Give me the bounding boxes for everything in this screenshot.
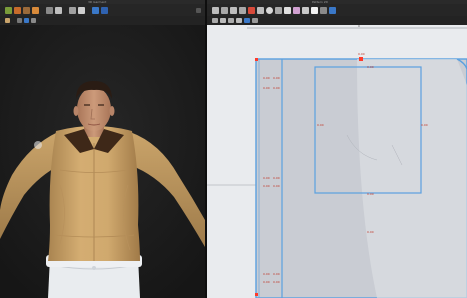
row-label-b1: 0.00 [273,86,280,90]
toolbar-2d-row2 [207,16,467,25]
internal-line-icon[interactable] [275,6,282,14]
garment-icon[interactable] [5,18,10,23]
trace-icon[interactable] [220,18,226,23]
pattern-point-top[interactable] [359,57,363,61]
row-label-b2: 0.00 [273,176,280,180]
row-label-a0: 0.00 [263,76,270,80]
measure-bottom-width: 0.00 [367,230,374,234]
move-icon[interactable] [14,6,21,14]
button-icon[interactable] [236,18,242,23]
pleat-icon[interactable] [293,6,300,14]
sewing-icon[interactable] [311,6,318,14]
sun-icon[interactable] [78,6,85,14]
rectangle-icon[interactable] [257,6,264,14]
texture-icon[interactable] [31,18,36,23]
segment-icon[interactable] [212,18,218,23]
ruler-label: 0 [358,25,360,28]
add-point-icon[interactable] [239,6,246,14]
fold-icon[interactable] [32,6,39,14]
edit-point-icon[interactable] [221,6,228,14]
circle-icon[interactable] [266,6,273,14]
simulate-icon[interactable] [23,6,30,14]
annotation-icon[interactable] [252,18,258,23]
notch-icon[interactable] [228,18,234,23]
row-label-b4: 0.00 [273,272,280,276]
measure-icon[interactable] [69,6,76,14]
measure-left-side: 0.00 [317,123,324,127]
select-icon[interactable] [5,6,12,14]
garment-editor-window: 3D Garment Pattern 2D 0.00 0.00 0.00 0.0… [0,0,467,298]
measure-upper-width: 0.00 [367,65,374,69]
ruler-icon[interactable] [101,6,108,14]
pen-icon[interactable] [248,6,255,14]
row-label-a5: 0.00 [263,280,270,284]
pattern-canvas [207,27,467,298]
avatar-head [77,87,111,131]
viewport-2d[interactable]: 0.00 0.00 0.00 0.00 0.00 0.00 0.00 0.00 … [207,25,467,298]
grain-icon[interactable] [244,18,250,23]
pin-icon[interactable] [46,6,53,14]
pattern-point-corner[interactable] [255,58,258,61]
edit-curve-icon[interactable] [230,6,237,14]
seam-icon[interactable] [302,6,309,14]
avatar-icon[interactable] [17,18,22,23]
row-label-a3: 0.00 [263,184,270,188]
pattern-point-bottom[interactable] [255,293,258,296]
measure-top-width: 0.00 [358,52,365,56]
row-label-b3: 0.00 [273,184,280,188]
toolbar-3d-row2 [0,16,205,25]
view-icon[interactable] [24,18,29,23]
row-label-a1: 0.00 [263,86,270,90]
grid-icon[interactable] [196,7,201,13]
viewport-3d[interactable] [0,25,205,298]
row-label-a2: 0.00 [263,176,270,180]
row-label-b0: 0.00 [273,76,280,80]
dart-icon[interactable] [284,6,291,14]
camera-icon[interactable] [92,6,99,14]
avatar-figure [0,25,205,298]
toolbar-2d [207,4,467,16]
transform-icon[interactable] [212,6,219,14]
fold-2d-icon[interactable] [329,6,336,14]
brush-icon[interactable] [55,6,62,14]
measure-right-side: 0.00 [421,123,428,127]
toolbar-3d [0,4,205,16]
row-label-b5: 0.00 [273,280,280,284]
pin-2d-icon[interactable] [320,6,327,14]
row-label-a4: 0.00 [263,272,270,276]
measure-inner-width: 0.00 [367,192,374,196]
